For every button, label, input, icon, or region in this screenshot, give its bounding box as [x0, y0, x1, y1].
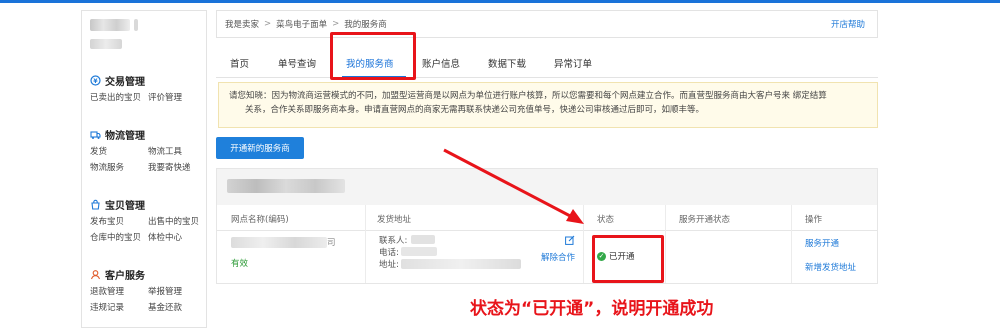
edit-icon[interactable]	[565, 235, 575, 245]
tab-exception-orders[interactable]: 异常订单	[554, 56, 592, 70]
sidebar-link-on-sale[interactable]: 出售中的宝贝	[148, 215, 208, 227]
breadcrumb: 我是卖家 > 菜鸟电子面单 > 我的服务商 开店帮助	[216, 10, 878, 38]
sidebar-link-logistics-service[interactable]: 物流服务	[90, 161, 148, 173]
active-tab-indicator	[342, 76, 406, 78]
breadcrumb-item[interactable]: 菜鸟电子面单	[276, 18, 327, 30]
tab-home[interactable]: 首页	[230, 56, 249, 70]
provider-name-blurred	[227, 179, 345, 193]
breadcrumb-item[interactable]: 我是卖家	[225, 18, 259, 30]
status-text: 已开通	[609, 252, 635, 262]
table-row: 司 有效 联系人: 电话: 地址: 解除合作 ✓ 已开通 服务开通 新增发货地址	[217, 231, 877, 283]
tab-bar: 首页 单号查询 我的服务商 账户信息 数据下载 异常订单	[216, 48, 878, 78]
branch-name-blurred	[231, 237, 327, 248]
sidebar-section-transaction: ¥ 交易管理 已卖出的宝贝 评价管理	[90, 73, 208, 103]
sidebar-section-title: 交易管理	[105, 76, 145, 88]
notice-box: 请您知晓：因为物流商运营模式的不同，加盟型运营商是以网点为单位进行账户核算，所以…	[218, 82, 878, 128]
end-cooperation-link[interactable]: 解除合作	[541, 251, 575, 263]
sidebar-section-title: 宝贝管理	[105, 200, 145, 212]
column-header: 发货地址	[377, 215, 412, 225]
sidebar-section-customer: 客户服务 退款管理 举报管理 违规记录 基金还款	[90, 267, 208, 313]
tab-data-download[interactable]: 数据下载	[488, 56, 526, 70]
sidebar-link-publish[interactable]: 发布宝贝	[90, 215, 148, 227]
goods-icon	[90, 199, 101, 210]
sidebar-section-logistics: 物流管理 发货 物流工具 物流服务 我要寄快递	[90, 127, 208, 174]
branch-name-suffix: 司	[327, 238, 336, 248]
tab-tracking-query[interactable]: 单号查询	[278, 56, 316, 70]
main-panel: 我是卖家 > 菜鸟电子面单 > 我的服务商 开店帮助 首页 单号查询 我的服务商…	[216, 10, 878, 328]
annotation-text: 状态为“已开通”，说明开通成功	[470, 299, 714, 319]
tab-account-info[interactable]: 账户信息	[422, 56, 460, 70]
shop-name-blurred	[90, 19, 130, 31]
sidebar-link-logistics-tools[interactable]: 物流工具	[148, 145, 208, 157]
logistics-icon	[90, 129, 101, 140]
tab-my-providers[interactable]: 我的服务商	[346, 56, 394, 70]
check-circle-icon: ✓	[597, 251, 606, 261]
notice-line: 请您知晓：因为物流商运营模式的不同，加盟型运营商是以网点为单位进行账户核算，所以…	[229, 91, 827, 101]
column-header: 状态	[597, 215, 615, 225]
shop-level-blurred	[90, 39, 122, 49]
sidebar-link-violations[interactable]: 违规记录	[90, 301, 148, 313]
sidebar-link-send-express[interactable]: 我要寄快递	[148, 161, 208, 173]
shop-badge-blurred	[134, 19, 138, 31]
sidebar-link-reviews[interactable]: 评价管理	[148, 91, 208, 103]
provider-card-header	[217, 169, 877, 205]
sidebar-section-title: 物流管理	[105, 130, 145, 142]
contact-blurred	[411, 235, 435, 244]
sidebar-link-fund-repay[interactable]: 基金还款	[148, 301, 208, 313]
sidebar-link-ship[interactable]: 发货	[90, 145, 148, 157]
breadcrumb-separator: >	[332, 19, 340, 29]
sidebar-section-title: 客户服务	[105, 270, 145, 282]
top-accent-line	[0, 0, 1000, 3]
notice-line: 关系，合作关系即服务商本身。申请直营网点的商家无需再联系快递公司充值单号，快递公…	[245, 105, 705, 115]
table-header: 网点名称(编码) 发货地址 状态 服务开通状态 操作	[217, 205, 877, 231]
column-header: 操作	[805, 215, 823, 225]
sidebar-link-sold-items[interactable]: 已卖出的宝贝	[90, 91, 148, 103]
open-new-provider-button[interactable]: 开通新的服务商	[216, 137, 304, 159]
column-header: 服务开通状态	[679, 215, 731, 225]
breadcrumb-separator: >	[264, 19, 272, 29]
add-shipping-address-link[interactable]: 新增发货地址	[805, 261, 856, 273]
service-activation-link[interactable]: 服务开通	[805, 237, 839, 249]
transaction-icon: ¥	[90, 74, 101, 86]
address-blurred	[401, 259, 521, 269]
validity-status: 有效	[231, 259, 249, 269]
sidebar-link-reports[interactable]: 举报管理	[148, 285, 208, 297]
sidebar-link-warehouse[interactable]: 仓库中的宝贝	[90, 231, 148, 243]
column-header: 网点名称(编码)	[231, 215, 289, 225]
phone-blurred	[401, 247, 437, 256]
breadcrumb-current: 我的服务商	[344, 20, 387, 30]
provider-card: 网点名称(编码) 发货地址 状态 服务开通状态 操作 司 有效 联系人: 电话:…	[216, 168, 878, 284]
shop-help-link[interactable]: 开店帮助	[831, 18, 865, 30]
contact-label: 联系人:	[379, 236, 408, 246]
status-badge: ✓ 已开通	[597, 250, 635, 262]
sidebar-link-refunds[interactable]: 退款管理	[90, 285, 148, 297]
sidebar-link-health-center[interactable]: 体检中心	[148, 231, 208, 243]
sidebar-section-goods: 宝贝管理 发布宝贝 出售中的宝贝 仓库中的宝贝 体检中心	[90, 197, 208, 243]
customer-service-icon	[90, 269, 101, 280]
seller-sidebar: ¥ 交易管理 已卖出的宝贝 评价管理 物流管理 发货 物流工具 物流服务 我要寄…	[81, 10, 207, 328]
